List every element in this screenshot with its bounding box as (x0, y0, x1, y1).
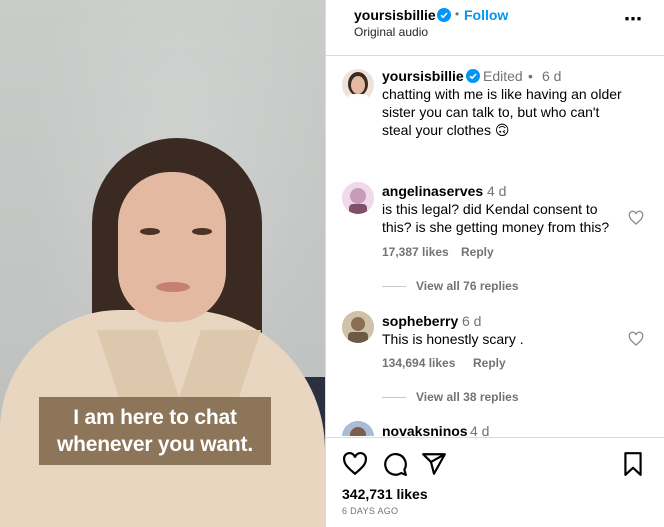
header-separator: • (455, 7, 460, 21)
caption-author-username[interactable]: yoursisbillie (382, 68, 464, 84)
avatar[interactable] (342, 182, 374, 214)
avatar-image (342, 421, 374, 436)
post-viewer: I am here to chat whenever you want. you… (0, 0, 664, 527)
comment-time: 4 d (470, 423, 490, 436)
comment-likes[interactable]: 17,387 likes (382, 245, 449, 259)
view-replies-label: View all 38 replies (416, 390, 519, 404)
caption-text-line2: sister you can talk to, but who can't (382, 104, 600, 120)
author-username[interactable]: yoursisbillie (354, 7, 436, 23)
comment-text-line1: This is honestly scary . (382, 331, 524, 347)
comment-text: is this legal? did Kendal consent to thi… (382, 200, 632, 236)
avatar-image (342, 69, 374, 101)
comments-list[interactable]: yoursisbillie Edited • 6 d chatting with… (326, 57, 664, 436)
video-subtitle-line1: I am here to chat (73, 406, 237, 429)
comment-text-line2: this? is she getting money from this? (382, 219, 610, 235)
more-options-icon[interactable]: ⋯ (624, 9, 643, 30)
follow-button[interactable]: Follow (464, 7, 508, 23)
avatar[interactable] (342, 69, 374, 101)
heart-icon[interactable] (342, 451, 368, 477)
person-eye-left (140, 228, 160, 235)
share-icon[interactable] (421, 451, 447, 477)
comment-likes[interactable]: 134,694 likes (382, 356, 455, 370)
heart-icon[interactable] (628, 210, 644, 226)
caption-text-line1: chatting with me is like having an older (382, 86, 622, 102)
comment-time: 6 d (462, 313, 482, 329)
caption-separator: • (528, 68, 533, 84)
post-side-panel: yoursisbillie • Follow Original audio ⋯ … (325, 0, 664, 527)
replies-divider (382, 286, 406, 288)
avatar[interactable] (342, 421, 374, 436)
verified-badge-icon (437, 8, 451, 22)
comment-time: 4 d (487, 183, 507, 199)
post-timestamp: 6 DAYS AGO (342, 506, 399, 516)
bookmark-icon[interactable] (620, 451, 646, 477)
comment-text-line1: is this legal? did Kendal consent to (382, 201, 598, 217)
caption-text: chatting with me is like having an older… (382, 85, 652, 139)
post-actions-bar: 342,731 likes 6 DAYS AGO (326, 437, 664, 527)
comment-text: This is honestly scary . (382, 330, 632, 348)
comment-icon[interactable] (382, 451, 408, 477)
view-replies-button[interactable]: View all 38 replies (382, 390, 519, 404)
comment-username[interactable]: angelinaserves (382, 183, 483, 199)
heart-icon[interactable] (628, 331, 644, 347)
avatar-image (342, 311, 374, 343)
reply-button[interactable]: Reply (473, 356, 506, 370)
video-media[interactable]: I am here to chat whenever you want. (0, 0, 325, 527)
post-like-count[interactable]: 342,731 likes (342, 486, 428, 502)
person-face (118, 172, 226, 322)
replies-divider (382, 397, 406, 399)
comment-username[interactable]: novaksninos (382, 423, 468, 436)
video-subtitle: I am here to chat whenever you want. (39, 397, 271, 465)
person-lips (156, 282, 190, 292)
view-replies-button[interactable]: View all 76 replies (382, 279, 519, 293)
audio-link[interactable]: Original audio (354, 25, 428, 39)
verified-badge-icon (466, 69, 480, 83)
view-replies-label: View all 76 replies (416, 279, 519, 293)
person-eye-right (192, 228, 212, 235)
caption-time: 6 d (542, 68, 562, 84)
avatar[interactable] (342, 311, 374, 343)
reply-button[interactable]: Reply (461, 245, 494, 259)
post-header: yoursisbillie • Follow Original audio ⋯ (326, 0, 664, 56)
comment-username[interactable]: sopheberry (382, 313, 458, 329)
video-subtitle-line2: whenever you want. (57, 433, 253, 456)
avatar-image (342, 182, 374, 214)
caption-text-line3: steal your clothes 🙃 (382, 122, 510, 138)
edited-label: Edited (483, 68, 523, 84)
